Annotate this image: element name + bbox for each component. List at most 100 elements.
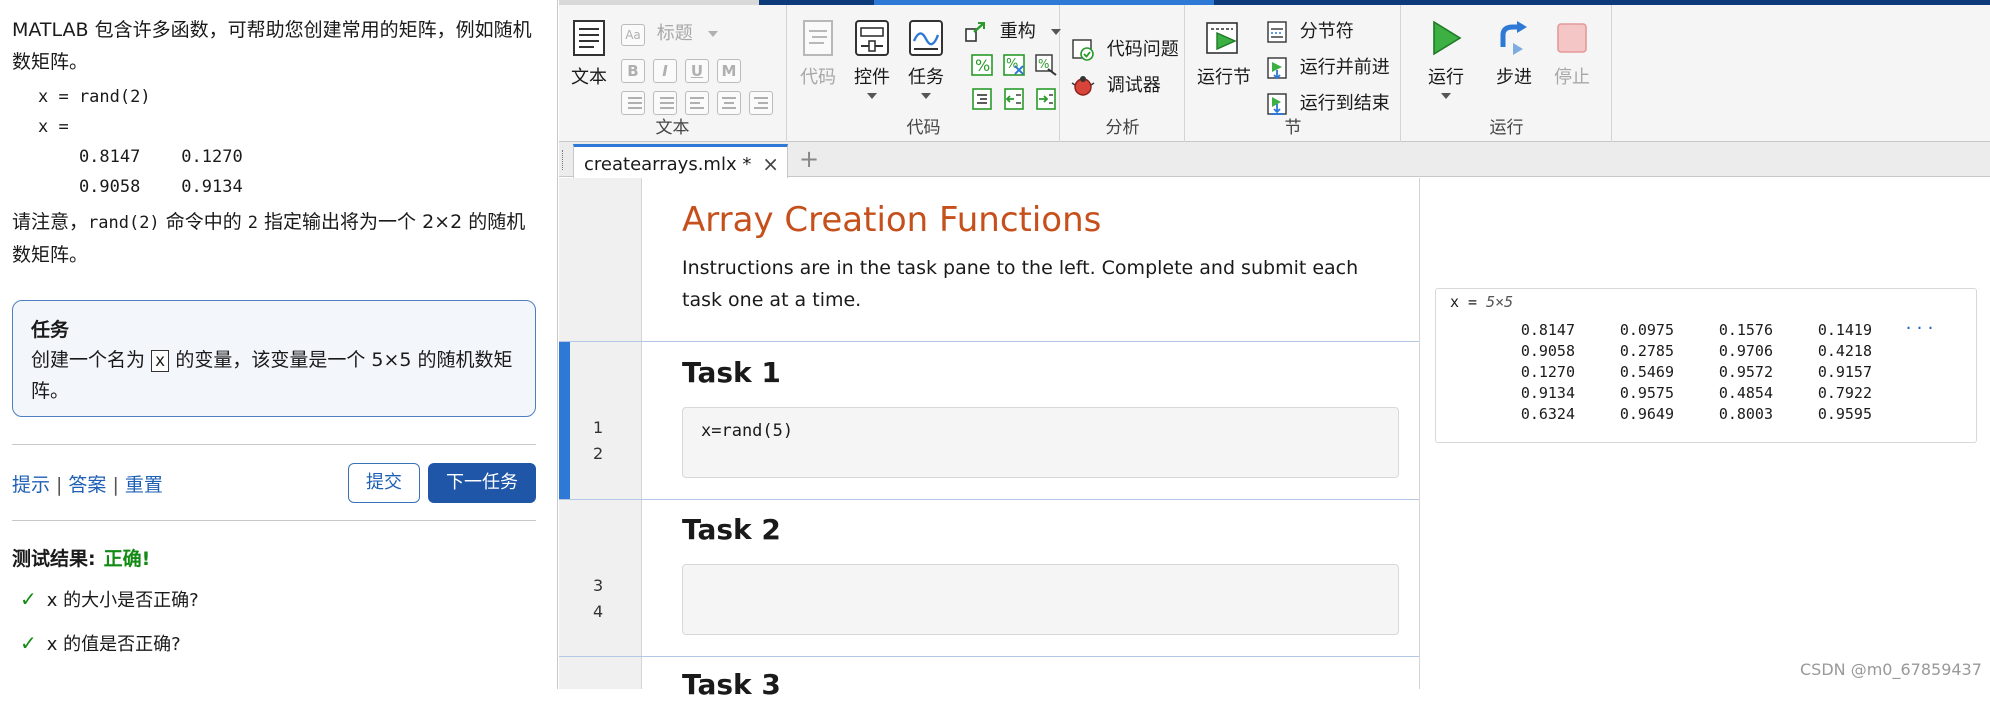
tab-grip-handle[interactable] xyxy=(562,150,564,170)
section-break-button[interactable]: 分节符 xyxy=(1266,17,1354,44)
add-tab-button[interactable]: + xyxy=(799,145,819,173)
more-columns-link[interactable]: ··· xyxy=(1904,319,1937,337)
smart-indent-icon[interactable] xyxy=(970,87,994,111)
style-dropdown-label: 标题 xyxy=(656,23,693,44)
reset-link[interactable]: 重置 xyxy=(125,474,163,496)
matrix-cell: 0.1419 xyxy=(1817,320,1872,339)
instructions-text[interactable]: Instructions are in the task pane to the… xyxy=(682,252,1362,316)
italic-button[interactable]: I xyxy=(653,59,677,83)
matrix-cell: 0.4218 xyxy=(1817,341,1872,360)
numbered-list-icon[interactable] xyxy=(653,91,677,115)
task-var-name: x xyxy=(151,350,170,372)
align-center-icon[interactable] xyxy=(717,91,741,115)
example-code-line: 0.8147 0.1270 xyxy=(38,147,243,167)
checkmark-icon: ✓ xyxy=(20,631,37,655)
step-button[interactable]: 步进 xyxy=(1490,19,1538,89)
run-to-end-button[interactable]: 运行到结束 xyxy=(1266,89,1390,116)
submit-button[interactable]: 提交 xyxy=(348,463,420,503)
matrix-cell: 0.8003 xyxy=(1718,404,1773,423)
task1-code[interactable]: x=rand(5) xyxy=(701,421,793,441)
task-box-title: 任务 xyxy=(31,319,70,341)
underline-button[interactable]: U xyxy=(685,59,709,83)
line-number: 3 xyxy=(593,576,604,595)
controls-icon xyxy=(855,20,889,56)
matrix-cell: 0.7922 xyxy=(1817,383,1872,402)
refactor-button[interactable]: 重构 xyxy=(964,17,1062,44)
matrix-cell: 0.9575 xyxy=(1619,383,1674,402)
code-issues-button[interactable]: 代码问题 xyxy=(1071,35,1179,62)
align-left-icon[interactable] xyxy=(685,91,709,115)
active-section-indicator xyxy=(559,342,570,500)
task-note: 请注意，rand(2) 命令中的 2 指定输出将为一个 2×2 的随机数矩阵。 xyxy=(12,206,532,271)
hint-link[interactable]: 提示 xyxy=(12,474,50,496)
decrease-indent-icon[interactable] xyxy=(1002,87,1026,111)
matrix-cell: 0.9706 xyxy=(1718,341,1773,360)
run-section-label: 运行节 xyxy=(1197,67,1251,88)
output-size: 5×5 xyxy=(1486,293,1514,311)
increase-indent-icon[interactable] xyxy=(1034,87,1058,111)
run-and-advance-button[interactable]: 运行并前进 xyxy=(1266,53,1390,80)
output-divider[interactable] xyxy=(1419,178,1420,689)
text-group-label: 文本 xyxy=(655,118,690,138)
step-button-label: 步进 xyxy=(1496,67,1532,88)
output-header: x = 5×5 xyxy=(1450,293,1513,311)
matrix-cell: 0.9649 xyxy=(1619,404,1674,423)
run-section-button[interactable]: 运行节 xyxy=(1194,19,1254,89)
stop-button[interactable]: 停止 xyxy=(1548,19,1596,89)
uncomment-icon[interactable]: % xyxy=(1002,53,1026,77)
section-divider xyxy=(559,656,1419,657)
run-to-end-label: 运行到结束 xyxy=(1299,93,1390,114)
task2-heading[interactable]: Task 2 xyxy=(682,513,781,546)
matrix-cell: 0.9134 xyxy=(1520,383,1575,402)
answer-link[interactable]: 答案 xyxy=(68,474,106,496)
task1-code-cell[interactable]: x=rand(5) xyxy=(682,407,1399,478)
test-result-status: 正确! xyxy=(103,548,151,570)
matrix-cell: 0.1270 xyxy=(1520,362,1575,381)
divider xyxy=(12,520,536,521)
next-task-button[interactable]: 下一任务 xyxy=(428,463,536,503)
tab-createarrays[interactable]: createarrays.mlx * × xyxy=(573,144,788,178)
close-icon[interactable]: × xyxy=(762,152,779,176)
task1-heading[interactable]: Task 1 xyxy=(682,356,781,389)
bold-button[interactable]: B xyxy=(621,59,645,83)
controls-button[interactable]: 控件 xyxy=(848,19,896,99)
chevron-down-icon xyxy=(1051,29,1062,35)
text-button[interactable]: 文本 xyxy=(567,19,611,89)
font-style-icon: Aa xyxy=(621,24,645,46)
section-divider xyxy=(559,499,1419,500)
matrix-cell: 0.9572 xyxy=(1718,362,1773,381)
section-break-icon xyxy=(1267,21,1287,43)
task2-code-cell[interactable] xyxy=(682,564,1399,635)
document-title[interactable]: Array Creation Functions xyxy=(682,200,1101,240)
analyze-group: 代码问题 调试器 分析 xyxy=(1061,5,1185,142)
toolstrip: 文本 Aa 标题 B I U M 文本 代码 控件 任务 重构 % % % 代码… xyxy=(559,5,1990,142)
debugger-bug-icon xyxy=(1071,76,1095,96)
align-right-icon[interactable] xyxy=(749,91,773,115)
step-icon xyxy=(1500,21,1527,55)
run-button[interactable]: 运行 xyxy=(1422,19,1470,99)
comment-icon[interactable]: % xyxy=(970,53,994,77)
example-code-line: x = rand(2) xyxy=(38,87,151,107)
checkmark-icon: ✓ xyxy=(20,587,37,611)
text-doc-icon xyxy=(573,20,605,56)
note-code: 2 xyxy=(247,213,259,233)
svg-text:%: % xyxy=(1038,57,1049,71)
debugger-label: 调试器 xyxy=(1106,75,1161,96)
monospace-button[interactable]: M xyxy=(717,59,741,83)
stop-button-label: 停止 xyxy=(1554,67,1590,88)
matrix-cell: 0.8147 xyxy=(1520,320,1575,339)
wrap-comments-icon[interactable]: % xyxy=(1034,53,1058,77)
bullet-list-icon[interactable] xyxy=(621,91,645,115)
refactor-icon xyxy=(965,22,985,42)
code-group: 代码 控件 任务 重构 % % % 代码 xyxy=(788,5,1062,142)
task-text: 创建一个名为 xyxy=(31,349,152,371)
code-button[interactable]: 代码 xyxy=(794,19,842,89)
task3-heading[interactable]: Task 3 xyxy=(682,668,781,701)
output-equals: = xyxy=(1459,293,1487,311)
tasks-button[interactable]: 任务 xyxy=(902,19,950,99)
debugger-button[interactable]: 调试器 xyxy=(1071,71,1161,98)
editor-tab-bar: createarrays.mlx * × + xyxy=(559,142,1990,178)
watermark: CSDN @m0_67859437 xyxy=(1800,660,1982,679)
task-box: 任务 创建一个名为 x 的变量，该变量是一个 5×5 的随机数矩阵。 xyxy=(12,300,536,417)
style-dropdown[interactable]: Aa 标题 xyxy=(621,19,719,46)
